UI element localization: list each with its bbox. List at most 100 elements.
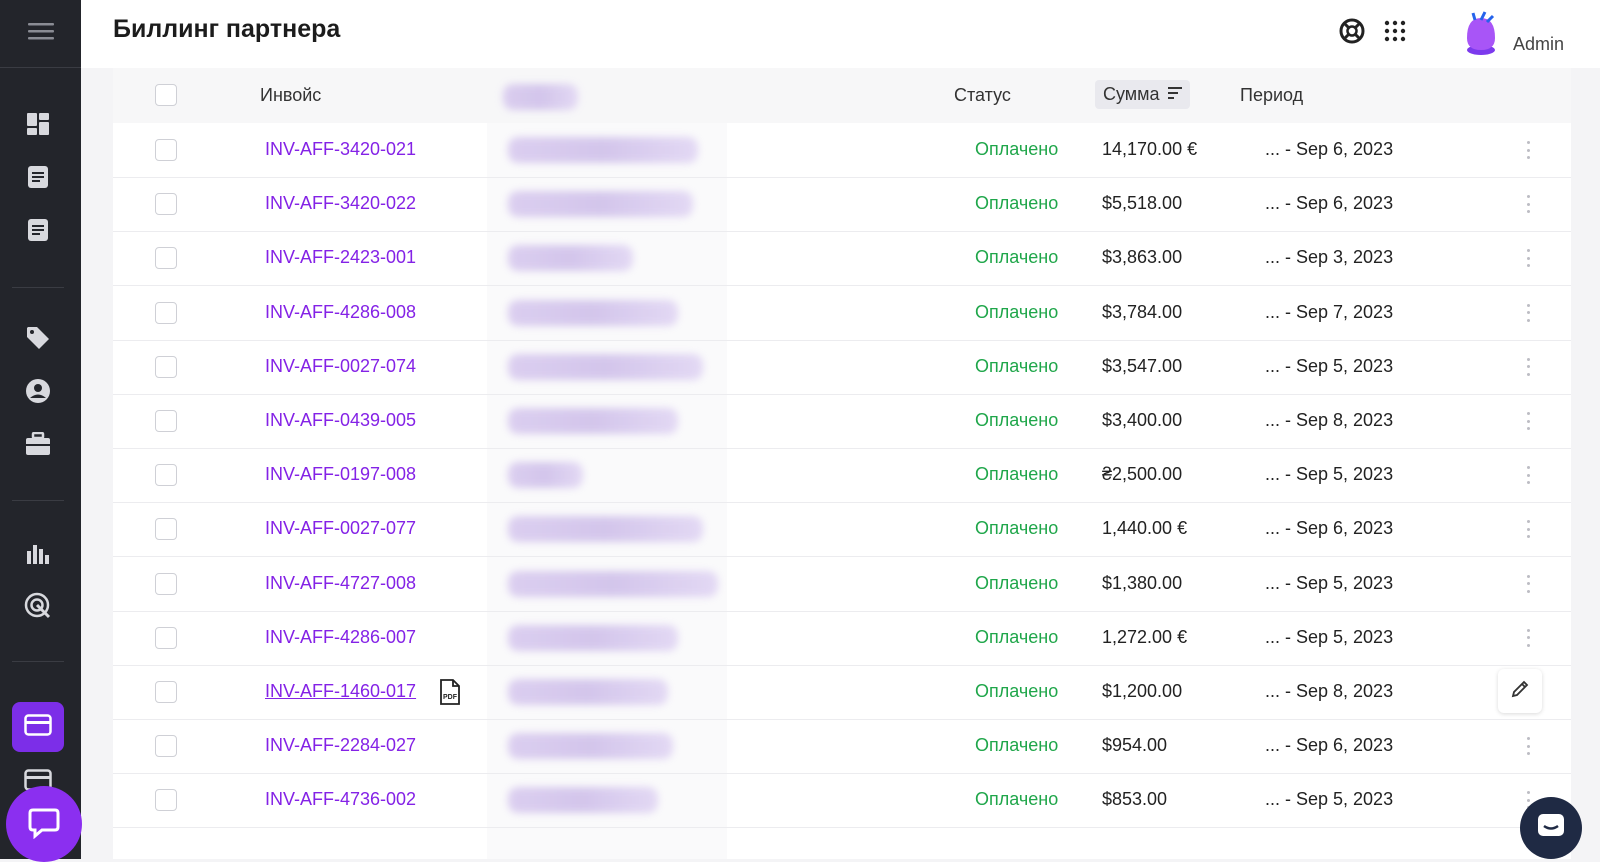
topbar: Биллинг партнера Admin <box>81 0 1600 68</box>
column-header-amount-sorted[interactable]: Сумма <box>1095 80 1190 109</box>
period-cell: ... - Sep 6, 2023 <box>1265 193 1394 214</box>
amount-cell: $3,400.00 <box>1102 410 1183 430</box>
avatar[interactable] <box>1459 10 1503 56</box>
row-menu-button[interactable] <box>1523 463 1533 487</box>
amount-cell: 1,272.00 € <box>1102 626 1188 647</box>
table-row[interactable]: INV-AFF-3420-021 Оплачено 14,170.00 € ... -… <box>113 123 1571 178</box>
row-checkbox[interactable] <box>155 681 177 703</box>
dashboard-icon[interactable] <box>22 108 54 140</box>
table-row[interactable]: INV-AFF-0027-074 Оплачено $3,547.00 ... - S… <box>113 340 1571 395</box>
table-row[interactable]: INV-AFF-1460-017 PDF Оплачено $1,200.00 ... … <box>113 665 1571 720</box>
redacted-cell <box>508 191 693 218</box>
invoice-link[interactable]: INV-AFF-0027-077 <box>265 518 416 539</box>
redacted-cell <box>508 516 703 543</box>
invoice-link[interactable]: INV-AFF-2423-001 <box>265 247 416 268</box>
row-checkbox[interactable] <box>155 247 177 270</box>
row-menu-button[interactable] <box>1523 734 1533 758</box>
chat-launcher-button[interactable] <box>6 786 82 862</box>
status-badge: Оплачено <box>975 572 1059 593</box>
sidebar-divider <box>12 661 64 662</box>
select-all-checkbox[interactable] <box>155 84 177 106</box>
invoice-link[interactable]: INV-AFF-4286-008 <box>265 302 416 323</box>
invoice-link[interactable]: INV-AFF-4736-002 <box>265 789 416 810</box>
apps-grid-icon[interactable] <box>1380 16 1410 46</box>
row-menu-button[interactable] <box>1523 409 1533 433</box>
column-header-redacted <box>503 84 578 110</box>
invoice-table: Инвойс Статус Сумма Период INV-AFF-3420-… <box>113 68 1571 859</box>
help-icon[interactable] <box>1337 16 1367 46</box>
status-badge: Оплачено <box>975 193 1059 214</box>
row-checkbox[interactable] <box>155 410 177 432</box>
table-row[interactable]: INV-AFF-3420-022 Оплачено $5,518.00 ... - S… <box>113 177 1571 233</box>
target-icon[interactable] <box>22 590 54 622</box>
table-row[interactable]: INV-AFF-2423-001 Оплачено $3,863.00 ... - S… <box>113 231 1571 287</box>
invoice-link[interactable]: INV-AFF-3420-021 <box>265 139 416 160</box>
user-name[interactable]: Admin <box>1513 34 1564 55</box>
amount-cell: ₴2,500.00 <box>1102 464 1183 485</box>
invoice-link[interactable]: INV-AFF-1460-017 <box>265 681 416 702</box>
row-checkbox[interactable] <box>155 626 177 649</box>
row-menu-button[interactable] <box>1523 626 1533 650</box>
row-menu-button[interactable] <box>1523 355 1533 379</box>
sidebar-item-billing[interactable] <box>12 702 64 752</box>
table-row[interactable]: INV-AFF-2284-027 Оплачено $954.00 ... - Sep… <box>113 719 1571 775</box>
row-menu-button[interactable] <box>1523 246 1533 270</box>
user-icon[interactable] <box>22 375 54 407</box>
redacted-cell <box>508 462 583 489</box>
row-menu-button[interactable] <box>1523 572 1533 596</box>
redacted-cell <box>508 570 718 597</box>
column-header-status[interactable]: Статус <box>954 85 1011 106</box>
sidebar-header <box>0 0 81 68</box>
invoice-link[interactable]: INV-AFF-0197-008 <box>265 464 416 485</box>
pdf-icon[interactable]: PDF <box>439 679 461 705</box>
invoice-link[interactable]: INV-AFF-4727-008 <box>265 573 416 594</box>
row-checkbox[interactable] <box>155 193 177 216</box>
status-badge: Оплачено <box>975 410 1059 430</box>
table-row[interactable]: INV-AFF-4286-008 Оплачено $3,784.00 ... - S… <box>113 286 1571 341</box>
status-badge: Оплачено <box>975 355 1059 376</box>
support-chat-button[interactable] <box>1520 797 1582 859</box>
document-icon[interactable] <box>22 161 54 193</box>
menu-icon[interactable] <box>27 21 54 46</box>
table-row[interactable]: INV-AFF-0027-077 Оплачено 1,440.00 € ... - … <box>113 502 1571 558</box>
table-row[interactable]: INV-AFF-0197-008 Оплачено ₴2,500.00 ... - S… <box>113 448 1571 504</box>
row-checkbox[interactable] <box>155 355 177 378</box>
invoice-link[interactable]: INV-AFF-0439-005 <box>265 410 416 431</box>
status-badge: Оплачено <box>975 681 1059 701</box>
row-checkbox[interactable] <box>155 518 177 541</box>
row-menu-button[interactable] <box>1523 192 1533 216</box>
row-checkbox[interactable] <box>155 464 177 487</box>
row-checkbox[interactable] <box>155 572 177 595</box>
row-checkbox[interactable] <box>155 789 177 812</box>
row-checkbox[interactable] <box>155 735 177 758</box>
column-header-amount: Сумма <box>1103 84 1160 104</box>
invoice-link[interactable]: INV-AFF-3420-022 <box>265 193 416 214</box>
row-checkbox[interactable] <box>155 139 177 161</box>
tag-icon[interactable] <box>22 322 54 354</box>
row-menu-button[interactable] <box>1523 138 1533 162</box>
column-header-invoice[interactable]: Инвойс <box>260 85 321 106</box>
invoice-link[interactable]: INV-AFF-4286-007 <box>265 627 416 648</box>
sidebar-divider <box>12 500 64 501</box>
svg-text:PDF: PDF <box>443 694 458 701</box>
amount-cell: $1,380.00 <box>1102 572 1183 593</box>
bar-chart-icon[interactable] <box>22 537 54 569</box>
document-icon[interactable] <box>22 214 54 246</box>
invoice-link[interactable]: INV-AFF-0027-074 <box>265 356 416 377</box>
table-row[interactable]: INV-AFF-4736-002 Оплачено $853.00 ... - Sep… <box>113 773 1571 829</box>
briefcase-icon[interactable] <box>22 428 54 460</box>
row-menu-button[interactable] <box>1523 517 1533 541</box>
period-cell: ... - Sep 5, 2023 <box>1265 464 1394 485</box>
period-cell: ... - Sep 8, 2023 <box>1265 681 1394 701</box>
table-row[interactable]: INV-AFF-4727-008 Оплачено $1,380.00 ... - S… <box>113 557 1571 612</box>
invoice-link[interactable]: INV-AFF-2284-027 <box>265 735 416 756</box>
column-header-period[interactable]: Период <box>1240 85 1303 106</box>
row-checkbox[interactable] <box>155 301 177 324</box>
table-row[interactable]: INV-AFF-4286-007 Оплачено 1,272.00 € ... - … <box>113 611 1571 666</box>
table-row[interactable]: INV-AFF-0439-005 Оплачено $3,400.00 ... - S… <box>113 394 1571 449</box>
amount-cell: 14,170.00 € <box>1102 139 1198 159</box>
card-icon <box>24 713 52 741</box>
redacted-cell <box>508 137 698 163</box>
edit-button[interactable] <box>1498 669 1542 713</box>
row-menu-button[interactable] <box>1523 301 1533 325</box>
